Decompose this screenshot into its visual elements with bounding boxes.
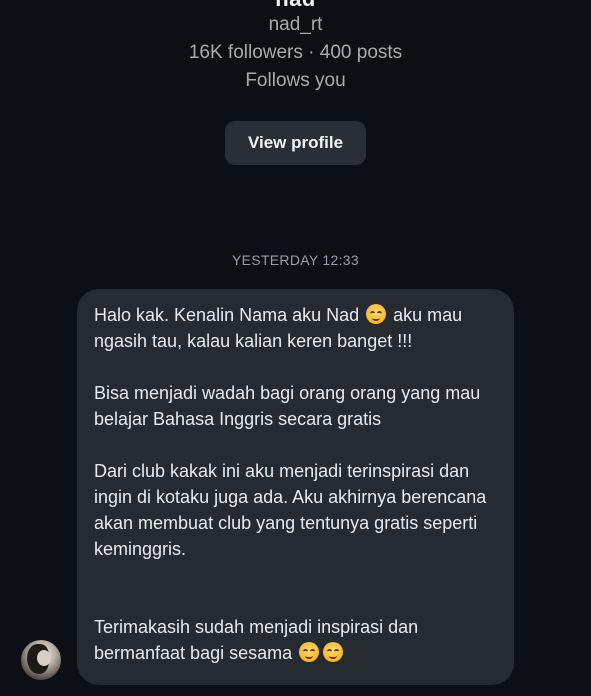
message-bubble[interactable]: Halo kak. Kenalin Nama aku Nad aku mau n… xyxy=(77,289,514,685)
message-paragraph-4: Terimakasih sudah menjadi inspirasi dan … xyxy=(94,614,498,666)
view-profile-button[interactable]: View profile xyxy=(225,121,366,165)
avatar-face xyxy=(37,650,51,666)
message-paragraph-1: Halo kak. Kenalin Nama aku Nad aku mau n… xyxy=(94,302,498,354)
sender-avatar[interactable] xyxy=(21,640,61,680)
message-text-4: Terimakasih sudah menjadi inspirasi dan … xyxy=(94,617,419,663)
message-timestamp: YESTERDAY 12:33 xyxy=(232,252,359,268)
profile-handle: nad_rt xyxy=(268,14,323,35)
smiling-face-emoji-icon xyxy=(366,304,387,324)
message-paragraph-3: Dari club kakak ini aku menjadi terinspi… xyxy=(94,461,487,559)
message-paragraph-2: Bisa menjadi wadah bagi orang orang yang… xyxy=(94,383,481,429)
profile-name: nad xyxy=(0,0,591,12)
smiling-face-emoji-icon xyxy=(299,642,320,662)
follows-you-label: Follows you xyxy=(245,70,346,91)
message-text-1a: Halo kak. Kenalin Nama aku Nad xyxy=(94,305,360,325)
profile-stats: 16K followers · 400 posts xyxy=(188,42,403,63)
smiling-face-emoji-icon xyxy=(323,642,344,662)
